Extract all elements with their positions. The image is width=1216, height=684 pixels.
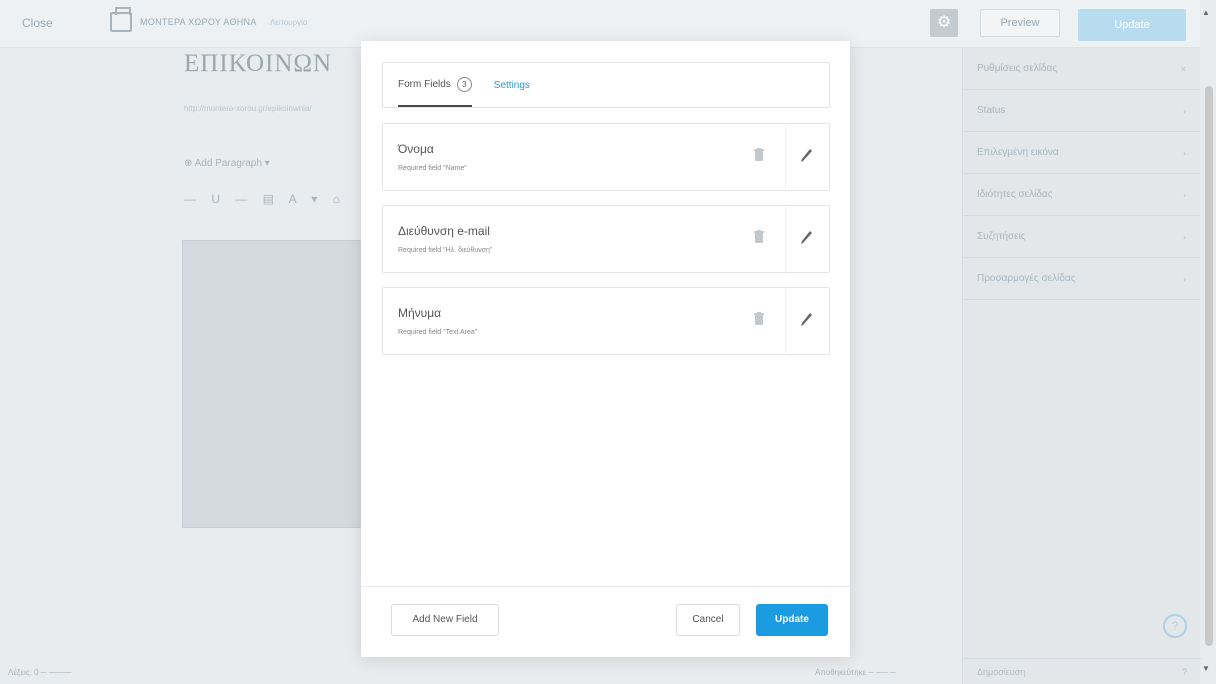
tab-label: Form Fields xyxy=(398,78,451,90)
pencil-icon[interactable] xyxy=(800,229,814,245)
word-count: Λέξεις: 0 ─ ──── xyxy=(8,668,72,677)
permalink[interactable]: http://montera-xorou.gr/epikoinwnia/ xyxy=(184,104,312,113)
trash-icon[interactable] xyxy=(754,230,764,243)
question-icon[interactable]: ? xyxy=(1182,667,1187,677)
save-status: Αποθηκεύτηκε ─ ── ─ xyxy=(815,668,896,677)
chevron-right-icon: › xyxy=(1183,189,1186,200)
scroll-up-arrow-icon[interactable]: ▲ xyxy=(1202,8,1210,17)
chevron-right-icon: › xyxy=(1183,105,1186,116)
sidebar-item-label: Status xyxy=(977,105,1006,116)
tab-settings[interactable]: Settings xyxy=(494,63,530,107)
pencil-icon[interactable] xyxy=(800,147,814,163)
modal-tabs: Form Fields 3 Settings xyxy=(382,62,830,108)
site-home-icon[interactable] xyxy=(110,7,132,32)
page-title[interactable]: ΕΠΙΚΟΙΝΩΝ xyxy=(184,50,332,78)
cancel-button[interactable]: Cancel xyxy=(676,604,740,636)
sidebar-item-label: Συζητήσεις xyxy=(977,231,1026,242)
publish-button[interactable]: Update xyxy=(1078,9,1186,41)
sidebar-item-label: Ιδιότητες σελίδας xyxy=(977,189,1053,200)
field-card-email[interactable]: Διεύθυνση e-mail Required field "Ηλ. διε… xyxy=(382,205,830,273)
tab-form-fields[interactable]: Form Fields 3 xyxy=(398,63,472,107)
field-count-badge: 3 xyxy=(456,76,472,92)
trash-icon[interactable] xyxy=(754,312,764,325)
sidebar-item-featured-image[interactable]: Επιλεγμένη εικόνα › xyxy=(963,132,1200,174)
field-subtitle: Required field "Text Area" xyxy=(398,329,478,336)
close-icon[interactable]: × xyxy=(1181,64,1186,74)
tab-label: Settings xyxy=(493,79,530,91)
preview-button[interactable]: Preview xyxy=(980,9,1060,37)
scrollbar-thumb[interactable] xyxy=(1205,86,1213,646)
sidebar-item-status[interactable]: Status › xyxy=(963,90,1200,132)
sidebar-item-page-customization[interactable]: Προσαρμογές σελίδας › xyxy=(963,258,1200,300)
sidebar-item-label: Προσαρμογές σελίδας xyxy=(977,273,1076,284)
editor-toolbar-row-1[interactable]: ⊕ Add Paragraph ▾ xyxy=(184,158,270,169)
sidebar-item-page-settings[interactable]: Ρυθμίσεις σελίδας × xyxy=(963,48,1200,90)
site-name[interactable]: ΜΟΝΤΕΡΑ ΧΩΡΟΥ ΑΘΗΝΑ xyxy=(140,17,257,27)
close-button[interactable]: Close xyxy=(22,16,53,30)
chevron-right-icon: › xyxy=(1183,147,1186,158)
content-block[interactable] xyxy=(182,240,367,528)
chevron-right-icon: › xyxy=(1183,273,1186,284)
divider xyxy=(785,207,786,273)
field-subtitle: Required field "Ηλ. διεύθυνση" xyxy=(398,247,493,254)
scroll-down-arrow-icon[interactable]: ▼ xyxy=(1202,664,1210,673)
sidebar-footer: Δημοσίευση ? xyxy=(963,658,1201,684)
trash-icon[interactable] xyxy=(754,148,764,161)
field-subtitle: Required field "Name" xyxy=(398,165,467,172)
field-title: Μήνυμα xyxy=(398,306,442,320)
modal-footer: Add New Field Cancel Update xyxy=(361,586,850,657)
update-button[interactable]: Update xyxy=(756,604,828,636)
chevron-right-icon: › xyxy=(1183,231,1186,242)
add-new-field-button[interactable]: Add New Field xyxy=(391,604,499,636)
help-icon[interactable]: ? xyxy=(1163,614,1187,638)
sidebar-item-discussion[interactable]: Συζητήσεις › xyxy=(963,216,1200,258)
pencil-icon[interactable] xyxy=(800,311,814,327)
form-fields-modal: Form Fields 3 Settings Όνομα Required fi… xyxy=(361,41,850,657)
settings-sidebar: Ρυθμίσεις σελίδας × Status › Επιλεγμένη ει… xyxy=(962,48,1201,684)
sidebar-item-label: Ρυθμίσεις σελίδας xyxy=(977,63,1058,74)
divider xyxy=(785,125,786,191)
field-card-message[interactable]: Μήνυμα Required field "Text Area" xyxy=(382,287,830,355)
sidebar-item-page-attributes[interactable]: Ιδιότητες σελίδας › xyxy=(963,174,1200,216)
gear-icon[interactable]: ⚙ xyxy=(930,9,958,37)
sidebar-footer-label[interactable]: Δημοσίευση xyxy=(977,667,1025,677)
field-card-name[interactable]: Όνομα Required field "Name" xyxy=(382,123,830,191)
field-title: Διεύθυνση e-mail xyxy=(398,224,490,238)
field-title: Όνομα xyxy=(398,142,434,156)
site-status: Λειτουργία xyxy=(270,18,308,27)
sidebar-item-label: Επιλεγμένη εικόνα xyxy=(977,147,1059,158)
editor-toolbar-row-2[interactable]: — U — ▤ A ▾ ⌂ xyxy=(184,192,346,206)
divider xyxy=(785,289,786,355)
